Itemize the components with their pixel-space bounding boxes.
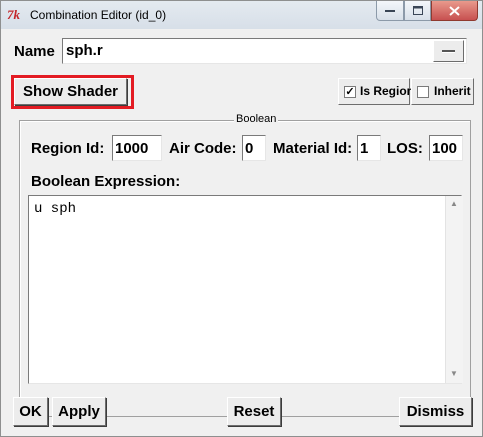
editor-content: Name sph.r Show Shader ✓ Is Region Inher…	[8, 30, 477, 431]
window-title: Combination Editor (id_0)	[30, 8, 167, 22]
boolean-legend: Boolean	[234, 113, 279, 125]
apply-button[interactable]: Apply	[52, 397, 106, 426]
name-menu-button[interactable]	[433, 40, 464, 62]
material-id-value: 1	[360, 140, 369, 157]
is-region-toggle[interactable]: ✓ Is Region	[338, 78, 414, 105]
is-region-label: Is Region	[360, 84, 415, 98]
region-id-label: Region Id:	[31, 140, 105, 157]
inherit-checkbox-icon	[417, 86, 429, 98]
menu-bar-icon	[442, 49, 455, 53]
expression-scrollbar[interactable]: ▲ ▼	[445, 196, 463, 383]
maximize-icon	[412, 6, 423, 15]
boolean-expression-label: Boolean Expression:	[31, 173, 181, 190]
maximize-button[interactable]	[404, 1, 431, 21]
material-id-field[interactable]: 1	[357, 135, 381, 161]
name-field[interactable]: sph.r	[62, 38, 467, 64]
material-id-label: Material Id:	[273, 140, 353, 157]
reset-label: Reset	[233, 403, 275, 420]
close-icon	[449, 5, 460, 16]
name-value: sph.r	[66, 42, 103, 59]
boolean-expression-textarea[interactable]: u sph	[28, 195, 462, 384]
apply-label: Apply	[58, 403, 100, 420]
scroll-up-icon[interactable]: ▲	[448, 198, 460, 210]
inherit-label: Inherit	[434, 84, 471, 98]
close-button[interactable]	[431, 1, 478, 21]
boolean-expression-text: u sph	[34, 201, 77, 217]
boolean-group: Boolean Region Id: 1000 Air Code: 0 Mate…	[19, 113, 471, 417]
combination-editor-window: 7k Combination Editor (id_0) Name sph.r …	[0, 0, 483, 437]
los-field[interactable]: 100	[429, 135, 463, 161]
scroll-down-icon[interactable]: ▼	[448, 368, 460, 380]
tk-feather-icon: 7k	[7, 7, 20, 22]
dismiss-label: Dismiss	[406, 403, 465, 420]
dismiss-button[interactable]: Dismiss	[399, 397, 472, 426]
minimize-icon	[385, 9, 395, 12]
show-shader-highlight	[11, 75, 134, 109]
ok-label: OK	[19, 403, 42, 420]
title-bar[interactable]: 7k Combination Editor (id_0)	[1, 1, 482, 29]
region-id-field[interactable]: 1000	[112, 135, 162, 161]
los-label: LOS:	[387, 140, 423, 157]
air-code-value: 0	[245, 140, 254, 157]
los-value: 100	[432, 140, 458, 157]
air-code-field[interactable]: 0	[242, 135, 266, 161]
is-region-checkbox-icon: ✓	[344, 86, 356, 98]
name-label: Name	[14, 43, 55, 60]
ok-button[interactable]: OK	[13, 397, 48, 426]
region-id-value: 1000	[115, 140, 149, 157]
minimize-button[interactable]	[376, 1, 404, 21]
reset-button[interactable]: Reset	[227, 397, 281, 426]
inherit-toggle[interactable]: Inherit	[411, 78, 474, 105]
air-code-label: Air Code:	[169, 140, 237, 157]
